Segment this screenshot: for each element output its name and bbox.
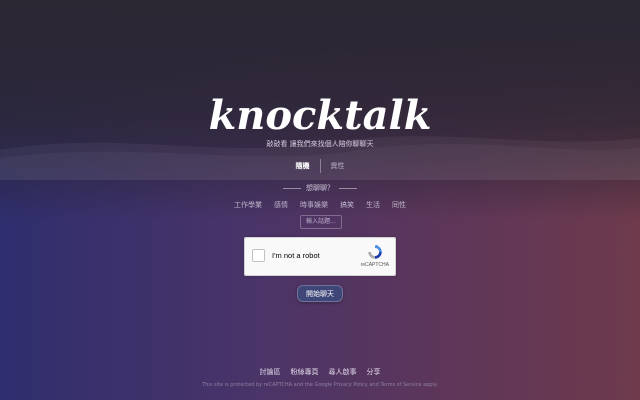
tab-opposite-sex[interactable]: 異性 — [321, 161, 355, 171]
divider-right — [339, 187, 357, 189]
topic-news-entertainment[interactable]: 時事娛樂 — [294, 200, 334, 210]
topic-funny[interactable]: 搞笑 — [334, 200, 360, 210]
topic-relationship[interactable]: 感情 — [268, 200, 294, 210]
main-panel: knocktalk 敲敲看 讓我們來找個人陪你聊聊天 隨機 異性 想聊聊？ 工作… — [0, 0, 640, 400]
topic-heading-label: 想聊聊？ — [306, 184, 334, 192]
recaptcha-logo-icon — [368, 244, 382, 259]
topic-life[interactable]: 生活 — [360, 200, 386, 210]
topic-list: 工作學業 感情 時事娛樂 搞笑 生活 同性 — [0, 200, 640, 210]
footer-links: 討論區 粉絲專頁 尋人啟事 分享 — [0, 367, 640, 377]
custom-topic-input[interactable] — [300, 215, 342, 229]
footer-link-missing-persons[interactable]: 尋人啟事 — [324, 367, 362, 377]
recaptcha-brand: reCAPTCHA — [360, 262, 389, 268]
legal-notice: This site is protected by reCAPTCHA and … — [202, 382, 438, 388]
tagline: 敲敲看 讓我們來找個人陪你聊聊天 — [266, 140, 374, 148]
mode-tabs: 隨機 異性 — [0, 159, 640, 173]
recaptcha-label: I'm not a robot — [272, 251, 320, 260]
logo: knocktalk — [208, 92, 432, 139]
footer-link-fanpage[interactable]: 粉絲專頁 — [286, 367, 324, 377]
topic-heading: 想聊聊？ — [0, 183, 640, 193]
topic-work-study[interactable]: 工作學業 — [228, 200, 268, 210]
footer-link-share[interactable]: 分享 — [362, 367, 386, 377]
tab-random[interactable]: 隨機 — [286, 161, 320, 171]
recaptcha-widget: I'm not a robot reCAPTCHA — [244, 237, 396, 276]
start-chat-button[interactable]: 開始聊天 — [297, 285, 343, 302]
divider-left — [283, 187, 301, 189]
topic-same-sex[interactable]: 同性 — [386, 200, 412, 210]
footer-link-forum[interactable]: 討論區 — [255, 367, 286, 377]
recaptcha-checkbox[interactable] — [252, 249, 265, 262]
